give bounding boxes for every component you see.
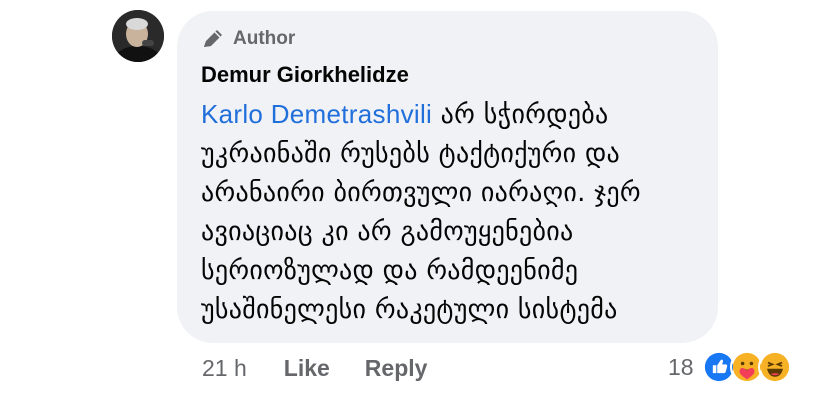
pen-icon (204, 30, 222, 47)
commenter-avatar[interactable] (112, 10, 164, 62)
reaction-count: 18 (668, 353, 694, 380)
comment-body: არ სჭირდება უკრაინაში რუსებს ტაქტიქური დ… (201, 100, 641, 325)
author-badge-label: Author (233, 28, 296, 49)
reply-button[interactable]: Reply (365, 355, 428, 382)
comment-text: Karlo Demetrashvili არ სჭირდება უკრაინაშ… (201, 95, 701, 330)
comment-timestamp[interactable]: 21 h (202, 355, 247, 382)
like-button[interactable]: Like (284, 355, 330, 382)
mention-link[interactable]: Karlo Demetrashvili (201, 99, 432, 129)
reactions-summary[interactable]: 18 (668, 350, 792, 384)
haha-reaction-icon (757, 350, 792, 384)
commenter-name[interactable]: Demur Giorkhelidze (201, 62, 409, 88)
comment-actions: 21 h Like Reply (202, 355, 427, 382)
author-badge: Author (201, 28, 295, 50)
comment-bubble: Author Demur Giorkhelidze Karlo Demetras… (177, 11, 718, 343)
